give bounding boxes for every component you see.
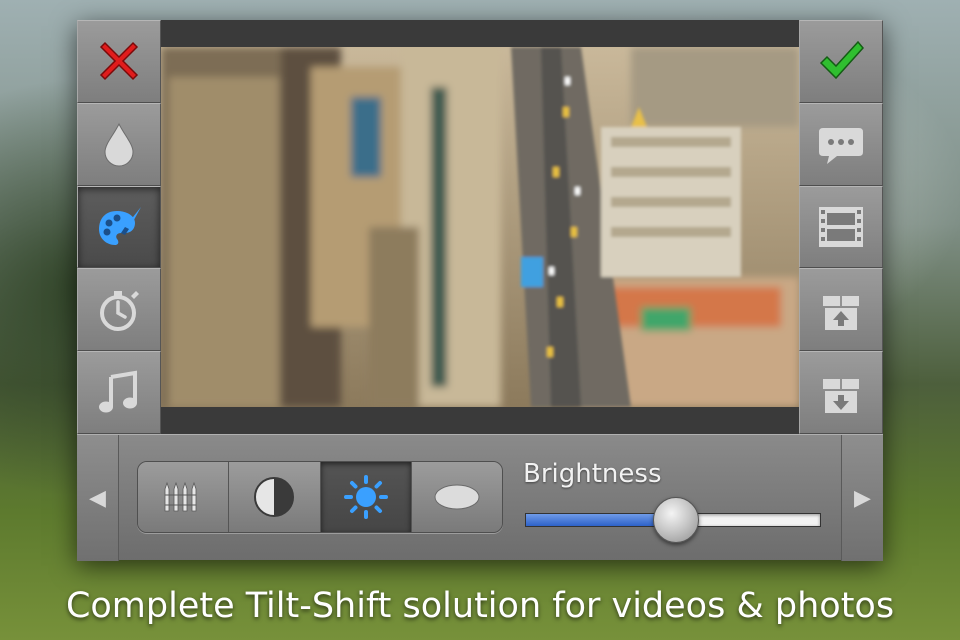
box-upload-icon bbox=[823, 295, 859, 330]
promo-caption: Complete Tilt-Shift solution for videos … bbox=[65, 586, 895, 626]
crayons-icon bbox=[164, 481, 197, 512]
checkmark-icon bbox=[819, 41, 864, 80]
saturation-option[interactable] bbox=[138, 462, 230, 532]
color-tool-button[interactable] bbox=[77, 185, 161, 269]
timer-tool-button[interactable] bbox=[77, 268, 161, 352]
music-note-icon bbox=[99, 370, 137, 413]
drop-icon bbox=[104, 123, 134, 167]
cancel-button[interactable] bbox=[77, 20, 161, 103]
ellipse-shape-icon bbox=[434, 484, 480, 510]
adjustment-bar: ◀ Brightness ▶ bbox=[77, 434, 883, 561]
tilt-shift-photo[interactable] bbox=[161, 47, 799, 407]
music-tool-button[interactable] bbox=[77, 351, 161, 434]
blur-tool-button[interactable] bbox=[77, 102, 161, 186]
photo-viewer bbox=[161, 20, 799, 434]
video-button[interactable] bbox=[799, 185, 883, 269]
contrast-option[interactable] bbox=[229, 462, 321, 532]
box-download-icon bbox=[823, 378, 859, 413]
stopwatch-icon bbox=[100, 290, 139, 331]
brightness-slider-thumb[interactable] bbox=[652, 497, 699, 543]
left-toolbar bbox=[77, 20, 161, 434]
speech-bubble-icon bbox=[819, 128, 863, 165]
next-arrow-button[interactable]: ▶ bbox=[841, 435, 883, 561]
palette-brush-icon bbox=[99, 206, 141, 245]
film-strip-icon bbox=[819, 206, 863, 247]
editor-panel: ◀ Brightness ▶ bbox=[77, 20, 883, 561]
previous-arrow-button[interactable]: ◀ bbox=[77, 435, 119, 561]
right-toolbar bbox=[799, 20, 883, 434]
comment-button[interactable] bbox=[799, 102, 883, 186]
brightness-sun-icon bbox=[343, 475, 388, 519]
slider-label: Brightness bbox=[523, 459, 662, 489]
export-button[interactable] bbox=[799, 268, 883, 352]
import-button[interactable] bbox=[799, 351, 883, 434]
close-icon bbox=[99, 42, 139, 81]
confirm-button[interactable] bbox=[799, 20, 883, 103]
city-photo-image bbox=[161, 47, 799, 407]
contrast-icon bbox=[254, 477, 295, 517]
chevron-left-icon: ◀ bbox=[89, 485, 106, 511]
chevron-right-icon: ▶ bbox=[854, 485, 871, 511]
brightness-option[interactable] bbox=[320, 462, 412, 532]
shape-option[interactable] bbox=[411, 462, 502, 532]
adjustment-selector bbox=[137, 461, 503, 533]
